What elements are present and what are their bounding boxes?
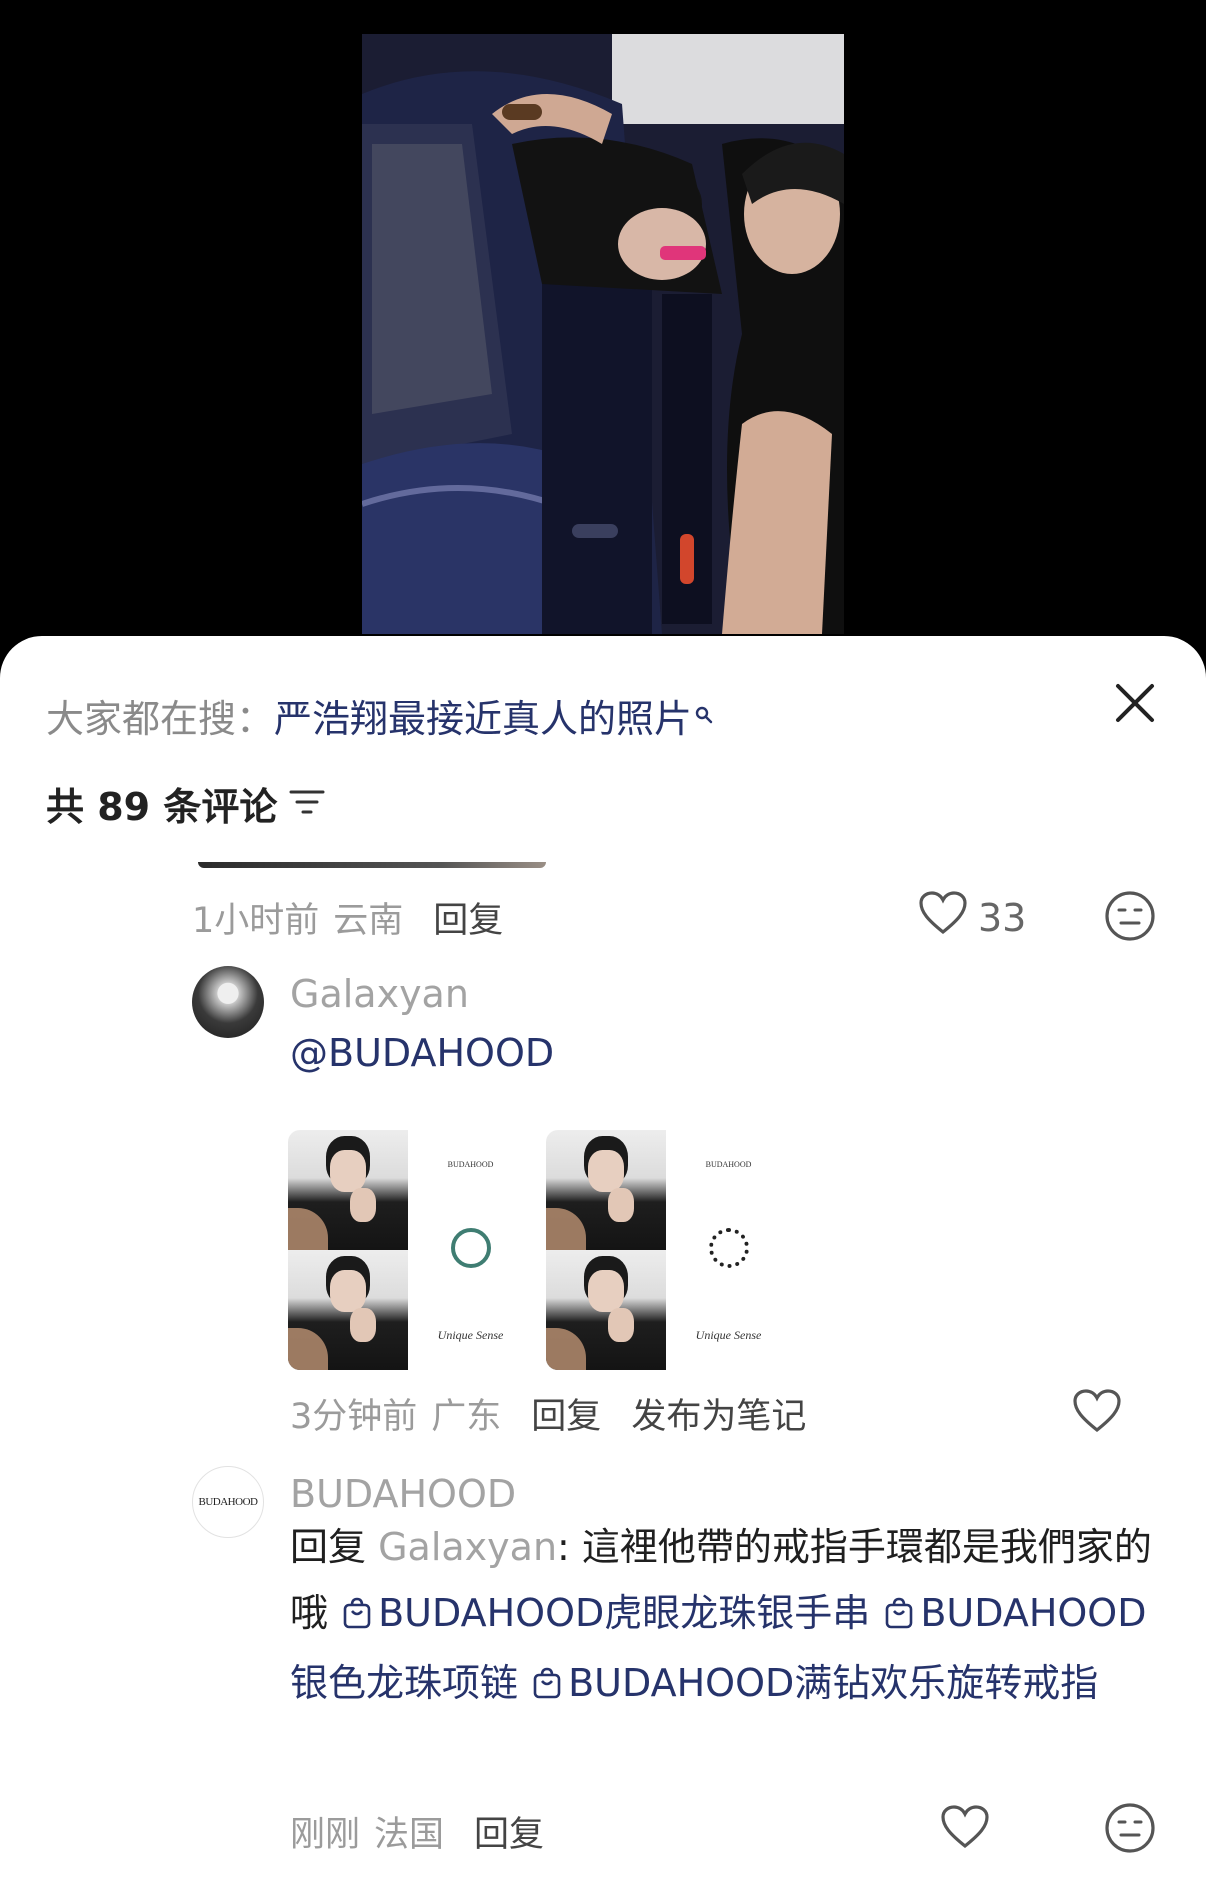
like-button[interactable] (940, 1804, 990, 1859)
shopping-bag-icon (884, 1584, 914, 1650)
comment-image-clipped[interactable] (198, 862, 546, 868)
product-link[interactable]: BUDAHOOD满钻欢乐旋转戒指 (568, 1661, 1098, 1705)
heart-icon (918, 890, 968, 945)
brand-logo-text: BUDAHOOD (705, 1160, 752, 1169)
product-link[interactable]: BUDAHOOD虎眼龙珠银手串 (378, 1591, 870, 1635)
search-suggestion[interactable]: 大家都在搜：严浩翔最接近真人的照片 (46, 688, 714, 743)
video-player[interactable] (0, 0, 1206, 700)
search-suggestion-keyword[interactable]: 严浩翔最接近真人的照片 (274, 697, 692, 741)
reply-prefix: 回复 (290, 1525, 367, 1569)
like-button[interactable] (1072, 1388, 1122, 1443)
photo-thumbnail (546, 1130, 666, 1250)
reply-button[interactable]: 回复 (531, 1388, 601, 1439)
comment-time: 1小时前 (192, 901, 320, 941)
comment-username[interactable]: BUDAHOOD (290, 1472, 516, 1516)
brand-tagline: Unique Sense (695, 1328, 762, 1342)
shopping-bag-icon (342, 1584, 372, 1650)
mention-link[interactable]: @BUDAHOOD (290, 1031, 554, 1075)
heart-icon (940, 1804, 990, 1859)
bracelet-image (451, 1228, 491, 1268)
video-frame[interactable] (362, 34, 844, 634)
photo-thumbnail (288, 1130, 408, 1250)
comment-location: 广东 (431, 1397, 502, 1437)
emoji-icon[interactable] (1104, 890, 1156, 946)
close-icon[interactable] (1112, 680, 1158, 726)
publish-as-note-button[interactable]: 发布为笔记 (631, 1388, 806, 1439)
reply-button[interactable]: 回复 (474, 1806, 544, 1857)
comments-sheet: 大家都在搜：严浩翔最接近真人的照片 共 89 条评论 1小时前 云南 回复 33… (0, 636, 1206, 1881)
bracelet-image (709, 1228, 749, 1268)
shopping-bag-icon (532, 1654, 562, 1720)
comment-username[interactable]: Galaxyan (290, 972, 469, 1016)
avatar[interactable] (192, 966, 264, 1038)
heart-icon (1072, 1388, 1122, 1443)
photo-thumbnail (288, 1250, 408, 1370)
comment-meta: 3分钟前 广东 回复 发布为笔记 (290, 1388, 806, 1439)
search-suggestion-prefix: 大家都在搜： (46, 697, 275, 741)
reply-button[interactable]: 回复 (433, 892, 503, 943)
like-count: 33 (978, 895, 1027, 940)
brand-tagline: Unique Sense (437, 1328, 504, 1342)
emoji-icon[interactable] (1104, 1802, 1156, 1858)
comment-image[interactable]: BUDAHOOD Unique Sense (546, 1130, 791, 1370)
comment-text: @BUDAHOOD (290, 1020, 554, 1086)
like-button[interactable]: 33 (918, 890, 1026, 945)
reply-to-username[interactable]: Galaxyan (378, 1525, 557, 1569)
comment-image[interactable]: BUDAHOOD Unique Sense (288, 1130, 533, 1370)
brand-logo-text: BUDAHOOD (447, 1160, 494, 1169)
avatar-logo-text: BUDAHOOD (198, 1496, 258, 1508)
comment-meta: 刚刚 法国 回复 (290, 1806, 544, 1857)
comment-time: 刚刚 (290, 1815, 361, 1855)
avatar[interactable]: BUDAHOOD (192, 1466, 264, 1538)
comment-location: 云南 (333, 901, 404, 941)
comment-text: 回复 Galaxyan: 這裡他帶的戒指手環都是我們家的哦 BUDAHOOD虎眼… (290, 1514, 1160, 1720)
comment-count: 共 89 条评论 (46, 776, 325, 831)
product-panel: BUDAHOOD Unique Sense (666, 1130, 791, 1370)
comment-meta: 1小时前 云南 回复 (192, 892, 503, 943)
comment-time: 3分钟前 (290, 1397, 418, 1437)
comment-location: 法国 (374, 1815, 445, 1855)
sort-icon[interactable] (289, 782, 325, 826)
search-icon (694, 690, 714, 734)
product-panel: BUDAHOOD Unique Sense (408, 1130, 533, 1370)
video-still-image (362, 34, 844, 634)
comment-count-text: 共 89 条评论 (46, 785, 278, 829)
photo-thumbnail (546, 1250, 666, 1370)
